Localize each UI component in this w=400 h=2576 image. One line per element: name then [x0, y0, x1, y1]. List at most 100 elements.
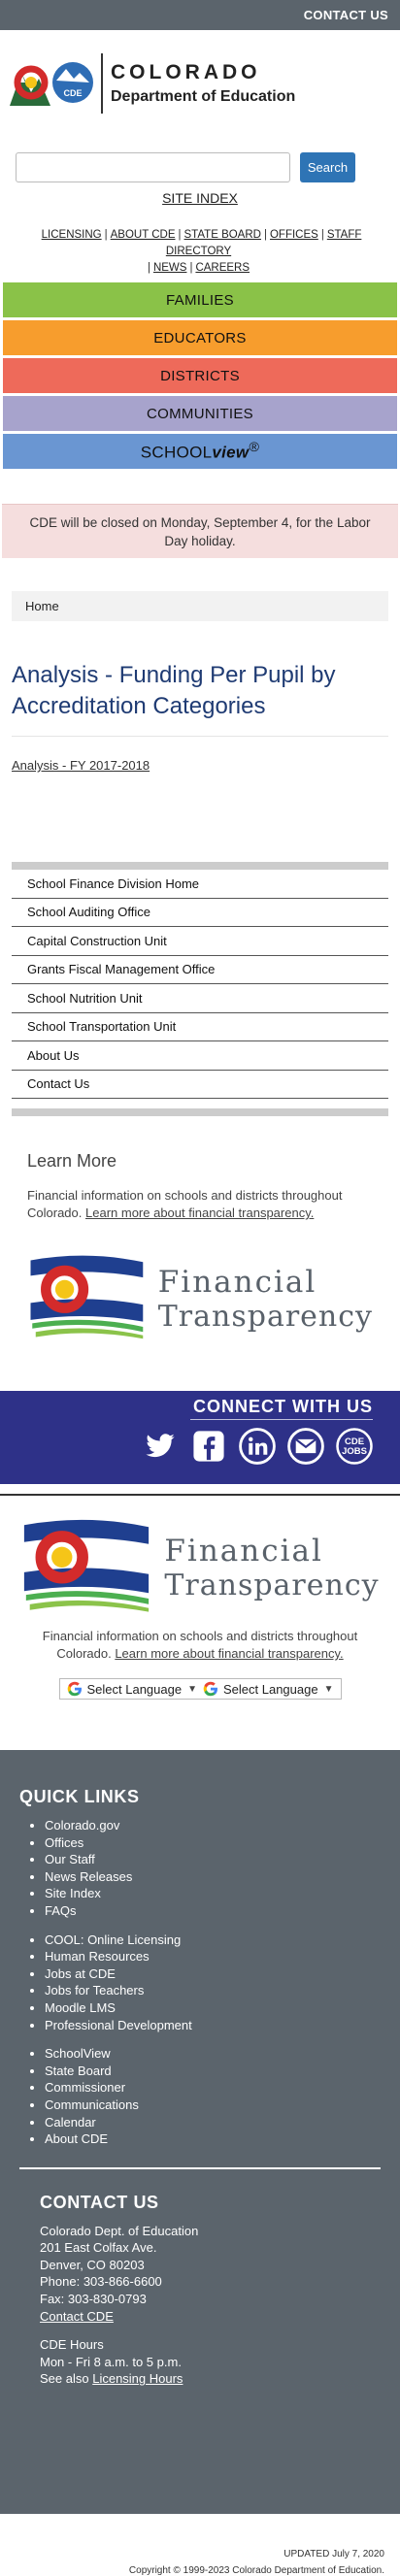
quick-link-human-resources[interactable]: Human Resources: [45, 1948, 381, 1965]
footer-section-divider: [19, 2166, 381, 2169]
colorado-mountain-logo-icon: [10, 65, 50, 106]
quick-links-title: QUICK LINKS: [19, 1787, 140, 1806]
quick-link-calendar[interactable]: Calendar: [45, 2114, 381, 2131]
learn-more-link[interactable]: Learn more about financial transparency.: [85, 1205, 314, 1220]
nav-item-about-us[interactable]: About Us: [12, 1041, 388, 1071]
learn-more-heading: Learn More: [27, 1151, 117, 1171]
language-select-2[interactable]: Select Language ▼: [203, 1681, 334, 1697]
logo-divider: [101, 53, 103, 114]
quick-link-news-releases[interactable]: News Releases: [45, 1868, 381, 1886]
contact-us-link[interactable]: CONTACT US: [304, 8, 388, 22]
copyright: Copyright © 1999-2023 Colorado Departmen…: [128, 2565, 384, 2576]
quick-link-our-staff[interactable]: Our Staff: [45, 1851, 381, 1868]
quick-link-jobs-for-teachers[interactable]: Jobs for Teachers: [45, 1982, 381, 1999]
cde-jobs-icon[interactable]: CDE JOBS: [336, 1428, 373, 1465]
nav-item-contact-us[interactable]: Contact Us: [12, 1071, 388, 1099]
quick-link-state-board[interactable]: State Board: [45, 2063, 381, 2080]
careers-link[interactable]: CAREERS: [192, 262, 252, 274]
contact-cde-link[interactable]: Contact CDE: [40, 2308, 381, 2326]
logo-subtitle: Department of Education: [111, 88, 296, 105]
ft-word-financial: Financial: [164, 1533, 323, 1569]
nav-communities[interactable]: COMMUNITIES: [3, 396, 397, 431]
quick-link-commissioner[interactable]: Commissioner: [45, 2079, 381, 2097]
connect-with-us: CONNECT WITH US CDE JOBS: [0, 1391, 400, 1484]
email-icon[interactable]: [287, 1428, 324, 1465]
footer-divider: [0, 1494, 400, 1496]
language-selector[interactable]: Select Language ▼ Select Language ▼: [58, 1678, 342, 1700]
cde-jobs-line2: JOBS: [342, 1446, 367, 1457]
news-link[interactable]: NEWS: [150, 262, 190, 274]
colorado-flag-icon: [30, 1255, 144, 1339]
google-translate: Select Language ▼ Select Language ▼: [0, 1678, 400, 1700]
cde-badge-icon: CDE: [52, 62, 93, 103]
about-cde-link[interactable]: ABOUT CDE: [108, 229, 179, 241]
financial-transparency-logo[interactable]: Financial Transparency: [27, 1245, 373, 1352]
quick-link-jobs-at-cde[interactable]: Jobs at CDE: [45, 1965, 381, 1983]
title-divider: [12, 736, 388, 737]
schoolview-trademark: ®: [249, 440, 260, 456]
chevron-down-icon: ▼: [187, 1683, 197, 1695]
google-icon: [203, 1681, 217, 1697]
quick-link-professional-development[interactable]: Professional Development: [45, 2017, 381, 2034]
search-bar: Search: [0, 152, 400, 182]
twitter-icon[interactable]: [142, 1428, 179, 1465]
google-icon: [67, 1681, 82, 1697]
logo-title: COLORADO: [111, 61, 261, 83]
contact-street: 201 East Colfax Ave.: [40, 2240, 157, 2256]
page-title: Analysis - Funding Per Pupil by Accredit…: [12, 662, 336, 719]
linkedin-icon[interactable]: [239, 1428, 276, 1465]
quick-link-site-index[interactable]: Site Index: [45, 1885, 381, 1902]
licensing-link[interactable]: LICENSING: [39, 229, 105, 241]
quick-link-about-cde[interactable]: About CDE: [45, 2130, 381, 2148]
nav-schoolview[interactable]: SCHOOLview®: [3, 434, 397, 469]
cde-logo[interactable]: CDE COLORADO Department of Education: [0, 30, 400, 137]
nav-item-school-finance-home[interactable]: School Finance Division Home: [12, 870, 388, 899]
quick-link-faqs[interactable]: FAQs: [45, 1902, 381, 1920]
hours-value: Mon - Fri 8 a.m. to 5 p.m.: [40, 2354, 182, 2369]
ft-word-transparency: Transparency: [157, 1299, 373, 1334]
analysis-fy-link[interactable]: Analysis - FY 2017-2018: [12, 758, 388, 773]
top-utility-bar: CONTACT US: [0, 0, 400, 30]
quick-link-colorado-gov[interactable]: Colorado.gov: [45, 1817, 381, 1834]
contact-org: Colorado Dept. of Education: [40, 2223, 199, 2238]
quick-link-cool-licensing[interactable]: COOL: Online Licensing: [45, 1932, 381, 1949]
schoolview-word-school: SCHOOL: [140, 443, 213, 462]
division-navigation: School Finance Division Home School Audi…: [0, 862, 400, 1116]
language-select-1[interactable]: Select Language ▼: [67, 1681, 197, 1697]
site-index-link[interactable]: SITE INDEX: [0, 190, 400, 206]
facebook-icon[interactable]: [190, 1428, 227, 1465]
financial-transparency-logo-footer[interactable]: Financial Transparency: [20, 1515, 379, 1620]
see-also-label: See also: [40, 2371, 89, 2387]
quick-link-communications[interactable]: Communications: [45, 2097, 381, 2114]
footer-financial-transparency: Financial Transparency: [0, 1515, 400, 1620]
quick-link-schoolview[interactable]: SchoolView: [45, 2045, 381, 2063]
language-label-2: Select Language: [223, 1681, 318, 1697]
nav-bottom-divider: [12, 1108, 388, 1116]
nav-item-grants-fiscal[interactable]: Grants Fiscal Management Office: [12, 956, 388, 984]
quick-link-moodle-lms[interactable]: Moodle LMS: [45, 1999, 381, 2017]
breadcrumb-home[interactable]: Home: [25, 599, 59, 613]
nav-families[interactable]: FAMILIES: [3, 282, 397, 317]
hours-title: CDE Hours: [40, 2337, 104, 2353]
search-input[interactable]: [16, 152, 290, 182]
licensing-hours-link[interactable]: Licensing Hours: [92, 2371, 183, 2386]
footer-transparency-link[interactable]: Learn more about financial transparency.: [115, 1646, 343, 1661]
quick-link-offices[interactable]: Offices: [45, 1834, 381, 1852]
offices-link[interactable]: OFFICES: [267, 229, 321, 241]
site-footer: QUICK LINKS Colorado.gov Offices Our Sta…: [0, 1750, 400, 2514]
nav-item-school-auditing[interactable]: School Auditing Office: [12, 899, 388, 927]
footer-contact: CONTACT US Colorado Dept. of Education 2…: [19, 2193, 381, 2388]
nav-item-school-nutrition[interactable]: School Nutrition Unit: [12, 984, 388, 1013]
nav-districts[interactable]: DISTRICTS: [3, 358, 397, 393]
nav-item-school-transportation[interactable]: School Transportation Unit: [12, 1013, 388, 1041]
state-board-link[interactable]: STATE BOARD: [182, 229, 264, 241]
nav-item-capital-construction[interactable]: Capital Construction Unit: [12, 927, 388, 956]
chevron-down-icon: ▼: [323, 1683, 334, 1695]
quick-links-group-1: Colorado.gov Offices Our Staff News Rele…: [19, 1817, 381, 1920]
audience-navigation: FAMILIES EDUCATORS DISTRICTS COMMUNITIES…: [0, 282, 400, 469]
connect-title: CONNECT WITH US: [193, 1397, 373, 1416]
hours-see-also: See also Licensing Hours: [40, 2370, 381, 2388]
nav-educators[interactable]: EDUCATORS: [3, 320, 397, 355]
search-button[interactable]: Search: [300, 152, 355, 182]
quick-links-group-3: SchoolView State Board Commissioner Comm…: [19, 2045, 381, 2148]
